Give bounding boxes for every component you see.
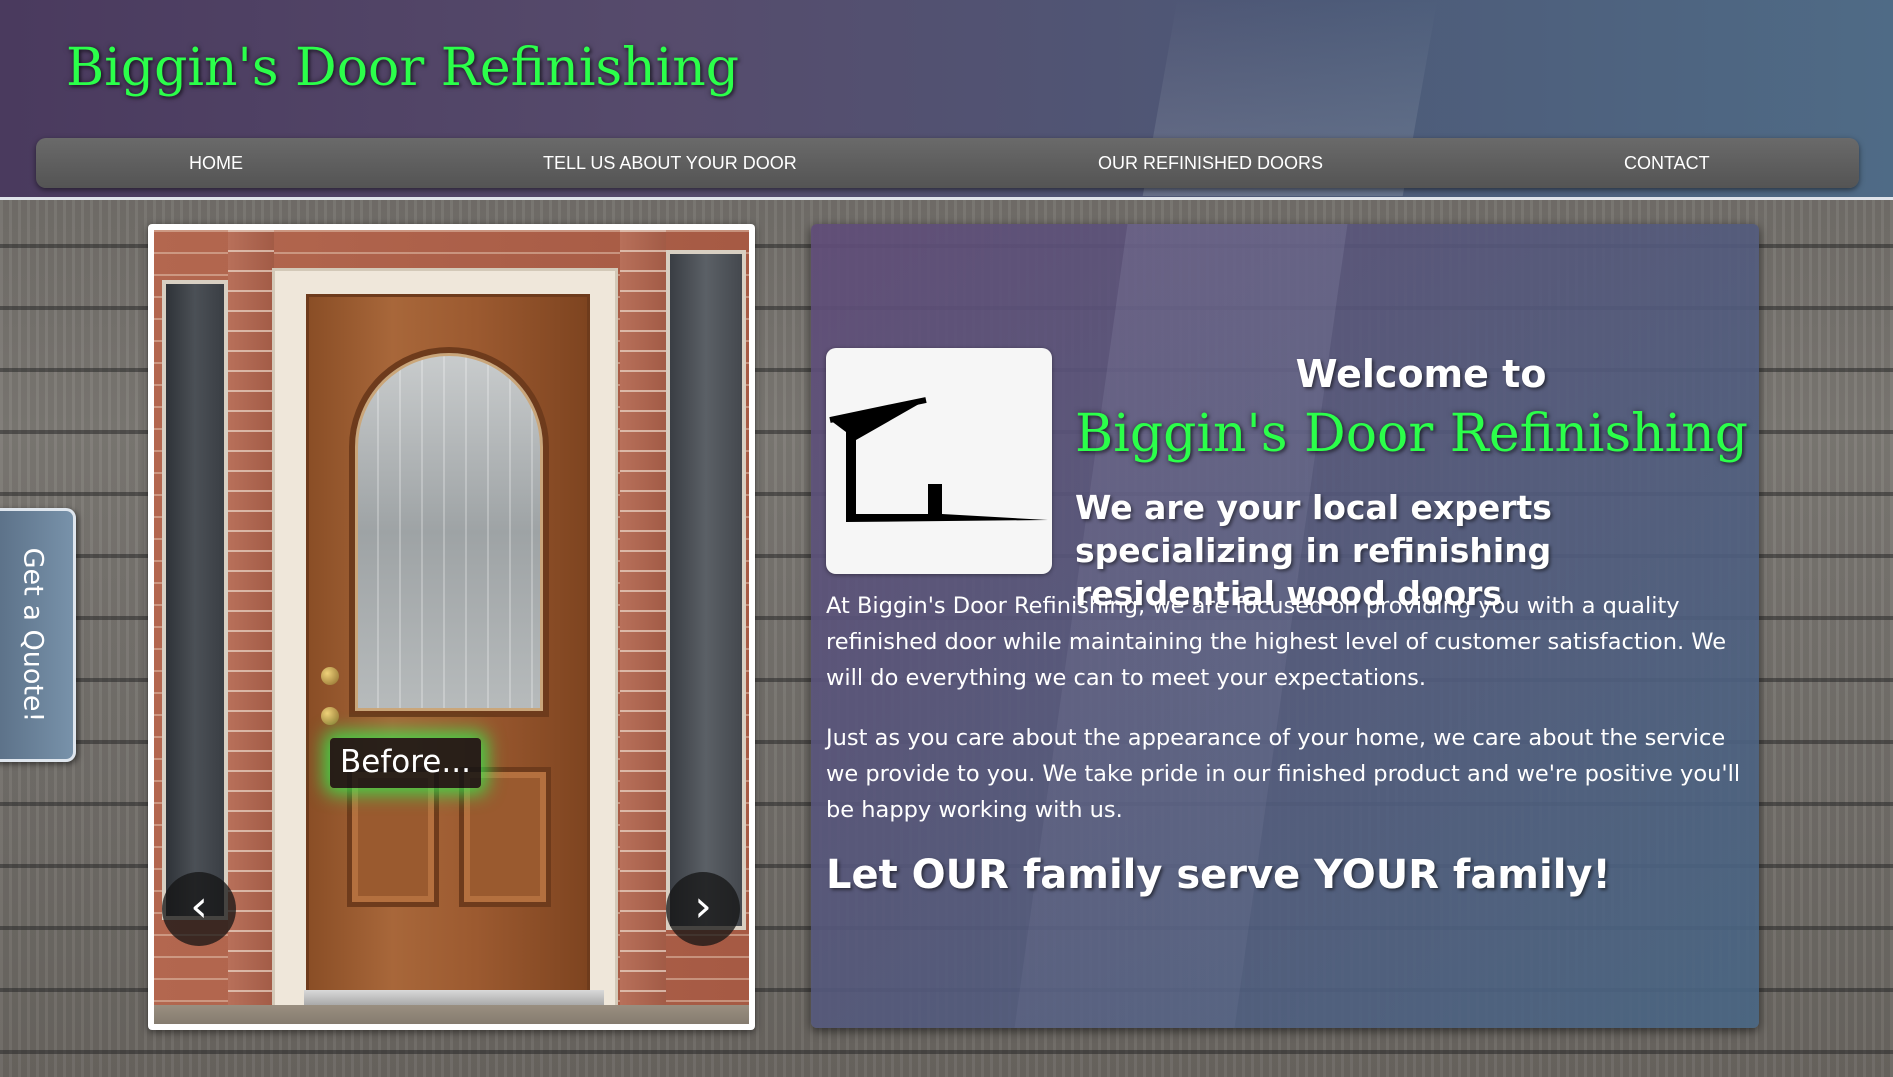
door-handle bbox=[321, 707, 339, 725]
nav-item-our-refinished-doors[interactable]: OUR REFINISHED DOORS bbox=[1098, 138, 1323, 188]
slide-caption: Before... bbox=[330, 738, 481, 788]
chevron-left-icon: ‹ bbox=[190, 881, 208, 932]
get-quote-tab[interactable]: Get a Quote! bbox=[0, 508, 76, 762]
welcome-panel: Welcome to Biggin's Door Refinishing We … bbox=[811, 224, 1759, 1028]
before-after-slider: Before... ‹ › bbox=[148, 224, 755, 1030]
prev-slide-button[interactable]: ‹ bbox=[162, 872, 236, 946]
company-logo bbox=[826, 348, 1052, 574]
chevron-right-icon: › bbox=[694, 881, 712, 932]
nav-item-home[interactable]: HOME bbox=[189, 138, 243, 188]
intro-paragraph-1: At Biggin's Door Refinishing, we are foc… bbox=[826, 593, 1727, 691]
welcome-brand: Biggin's Door Refinishing bbox=[1075, 404, 1749, 464]
door-panel-left bbox=[347, 767, 439, 907]
welcome-heading: Welcome to bbox=[1295, 352, 1547, 396]
nav-item-contact[interactable]: CONTACT bbox=[1624, 138, 1710, 188]
door-lock bbox=[321, 667, 339, 685]
sidelight-right bbox=[666, 250, 746, 930]
site-header: Biggin's Door Refinishing HOME TELL US A… bbox=[0, 0, 1893, 200]
sidelight-left bbox=[162, 280, 228, 920]
main-nav: HOME TELL US ABOUT YOUR DOOR OUR REFINIS… bbox=[36, 138, 1859, 188]
front-door bbox=[306, 294, 590, 994]
house-outline-logo bbox=[829, 397, 1048, 522]
intro-paragraph-2: Just as you care about the appearance of… bbox=[826, 725, 1741, 823]
brick-column-right bbox=[620, 230, 666, 1024]
leaded-glass-window bbox=[349, 347, 549, 717]
door-step bbox=[154, 1005, 749, 1024]
door-panel-right bbox=[459, 767, 551, 907]
nav-item-tell-us-about-your-door[interactable]: TELL US ABOUT YOUR DOOR bbox=[543, 138, 797, 188]
family-slogan: Let OUR family serve YOUR family! bbox=[826, 852, 1611, 898]
get-quote-label: Get a Quote! bbox=[17, 547, 48, 723]
site-title[interactable]: Biggin's Door Refinishing bbox=[66, 38, 739, 98]
door-photo: Before... ‹ › bbox=[154, 230, 749, 1024]
next-slide-button[interactable]: › bbox=[666, 872, 740, 946]
